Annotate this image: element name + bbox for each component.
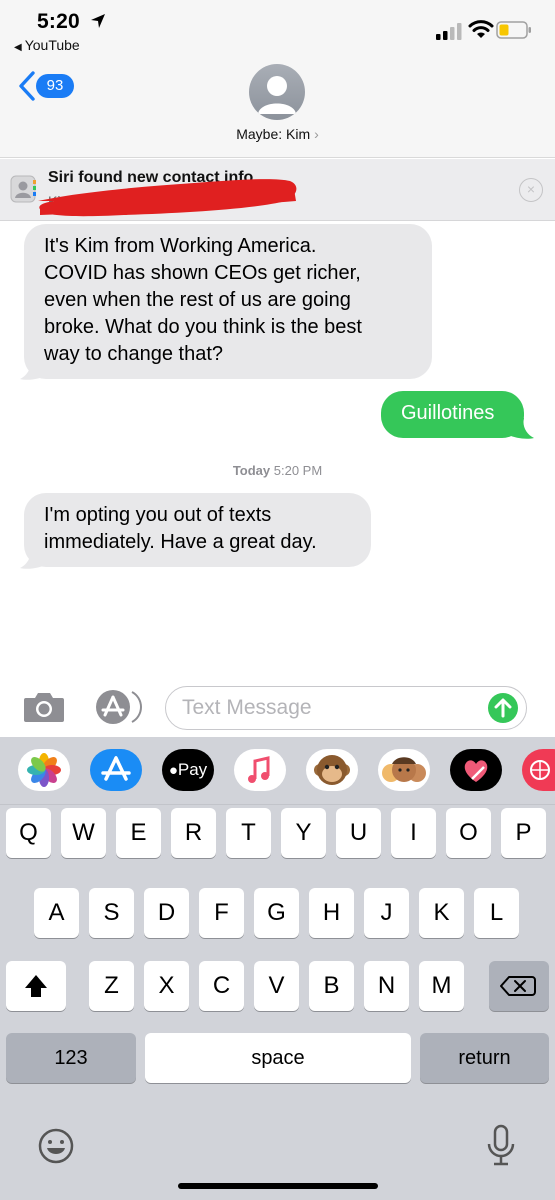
monkey-emoji-icon bbox=[314, 755, 350, 785]
conversation-header: 5:20 ◀ YouTube 93 Maybe: Kim › bbox=[0, 0, 555, 158]
key-h[interactable]: H bbox=[309, 888, 354, 938]
key-a[interactable]: A bbox=[34, 888, 79, 938]
animoji-app-button[interactable] bbox=[306, 749, 358, 791]
message-text-line: It's Kim from Working America. bbox=[44, 235, 317, 257]
send-button[interactable] bbox=[488, 693, 518, 723]
key-k[interactable]: K bbox=[419, 888, 464, 938]
message-text-line: broke. What do you think is the best bbox=[44, 316, 362, 338]
app-store-icon bbox=[101, 756, 131, 781]
wifi-icon bbox=[468, 20, 494, 38]
return-key[interactable]: return bbox=[420, 1033, 549, 1083]
timestamp-day: Today bbox=[232, 463, 271, 478]
message-input[interactable] bbox=[182, 695, 482, 721]
emoji-keyboard-button[interactable] bbox=[36, 1126, 76, 1166]
key-f[interactable]: F bbox=[199, 888, 244, 938]
key-r[interactable]: R bbox=[171, 808, 216, 858]
key-z[interactable]: Z bbox=[89, 961, 134, 1011]
message-timestamp: Today 5:20 PM bbox=[0, 463, 555, 478]
back-app-label: YouTube bbox=[24, 37, 80, 53]
cellular-signal-icon bbox=[436, 23, 462, 40]
camera-icon bbox=[24, 693, 64, 722]
key-m[interactable]: M bbox=[419, 961, 464, 1011]
memoji-app-button[interactable] bbox=[378, 749, 430, 791]
back-to-conversations-button[interactable]: 93 bbox=[14, 70, 74, 104]
message-text-line: even when the rest of us are going bbox=[44, 289, 351, 311]
person-silhouette-icon bbox=[258, 76, 296, 114]
chevron-right-icon: › bbox=[314, 126, 319, 142]
key-n[interactable]: N bbox=[364, 961, 409, 1011]
dictation-button[interactable] bbox=[484, 1123, 518, 1169]
message-text-line: I'm opting you out of texts bbox=[44, 504, 272, 526]
key-u[interactable]: U bbox=[336, 808, 381, 858]
back-triangle-icon: ◀ bbox=[14, 42, 22, 53]
key-t[interactable]: T bbox=[226, 808, 271, 858]
redaction-scribble bbox=[38, 179, 297, 217]
back-to-app-link[interactable]: ◀ YouTube bbox=[14, 37, 80, 53]
key-y[interactable]: Y bbox=[281, 808, 326, 858]
photos-app-button[interactable] bbox=[18, 749, 70, 791]
music-app-button[interactable] bbox=[234, 749, 286, 791]
message-text-line: Guillotines bbox=[401, 402, 495, 424]
digital-touch-app-button[interactable] bbox=[450, 749, 502, 791]
message-text-line: COVID has shown CEOs get richer, bbox=[44, 262, 361, 284]
delete-key[interactable] bbox=[489, 961, 549, 1011]
key-e[interactable]: E bbox=[116, 808, 161, 858]
web-app-button[interactable] bbox=[522, 749, 555, 791]
key-q[interactable]: Q bbox=[6, 808, 51, 858]
heart-touch-icon bbox=[464, 760, 488, 782]
space-key[interactable]: space bbox=[145, 1033, 411, 1083]
arrow-up-icon bbox=[494, 698, 512, 718]
shift-arrow-icon bbox=[25, 975, 47, 997]
key-p[interactable]: P bbox=[501, 808, 546, 858]
contact-name-button[interactable]: Maybe: Kim › bbox=[0, 126, 555, 142]
message-text-line: immediately. Have a great day. bbox=[44, 531, 317, 553]
key-o[interactable]: O bbox=[446, 808, 491, 858]
app-store-icon bbox=[96, 690, 142, 724]
app-drawer-button[interactable] bbox=[94, 688, 142, 726]
contacts-app-icon bbox=[10, 175, 36, 203]
chevron-left-icon bbox=[19, 71, 35, 101]
key-x[interactable]: X bbox=[144, 961, 189, 1011]
status-time: 5:20 bbox=[37, 10, 80, 33]
location-arrow-icon bbox=[91, 14, 105, 28]
key-c[interactable]: C bbox=[199, 961, 244, 1011]
key-g[interactable]: G bbox=[254, 888, 299, 938]
apple-pay-app-button[interactable]: ●Pay bbox=[162, 749, 214, 791]
apple-logo-icon: ● bbox=[168, 762, 178, 779]
message-bubble-received[interactable]: I'm opting you out of texts immediately.… bbox=[24, 493, 371, 567]
key-i[interactable]: I bbox=[391, 808, 436, 858]
microphone-icon bbox=[487, 1124, 515, 1166]
contact-avatar[interactable] bbox=[249, 64, 305, 120]
music-icon bbox=[248, 756, 270, 783]
message-composer[interactable] bbox=[165, 686, 527, 730]
key-b[interactable]: B bbox=[309, 961, 354, 1011]
timestamp-time: 5:20 PM bbox=[273, 463, 323, 478]
memoji-icon bbox=[382, 757, 426, 782]
message-bubble-received[interactable]: It's Kim from Working America. COVID has… bbox=[24, 224, 432, 379]
photos-icon bbox=[27, 753, 61, 787]
imessage-app-strip: ●Pay bbox=[0, 737, 555, 805]
dismiss-siri-banner-button[interactable]: × bbox=[519, 178, 543, 202]
key-v[interactable]: V bbox=[254, 961, 299, 1011]
key-l[interactable]: L bbox=[474, 888, 519, 938]
shift-key[interactable] bbox=[6, 961, 66, 1011]
key-s[interactable]: S bbox=[89, 888, 134, 938]
key-d[interactable]: D bbox=[144, 888, 189, 938]
unread-count-badge: 93 bbox=[36, 74, 74, 98]
app-store-app-button[interactable] bbox=[90, 749, 142, 791]
backspace-icon bbox=[500, 976, 536, 996]
home-indicator[interactable] bbox=[178, 1183, 378, 1189]
key-j[interactable]: J bbox=[364, 888, 409, 938]
emoji-face-icon bbox=[38, 1128, 74, 1164]
contact-name-label: Maybe: Kim bbox=[236, 126, 311, 142]
numbers-key[interactable]: 123 bbox=[6, 1033, 136, 1083]
battery-low-icon bbox=[496, 21, 531, 39]
camera-button[interactable] bbox=[22, 690, 66, 724]
on-screen-keyboard: ●Pay Q W E R T Y U I O P A S D F G H J K… bbox=[0, 737, 555, 1200]
globe-icon bbox=[530, 760, 550, 780]
message-bubble-sent[interactable]: Guillotines bbox=[381, 391, 524, 438]
key-w[interactable]: W bbox=[61, 808, 106, 858]
apple-pay-label: Pay bbox=[177, 760, 208, 779]
message-text-line: way to change that? bbox=[44, 343, 224, 365]
